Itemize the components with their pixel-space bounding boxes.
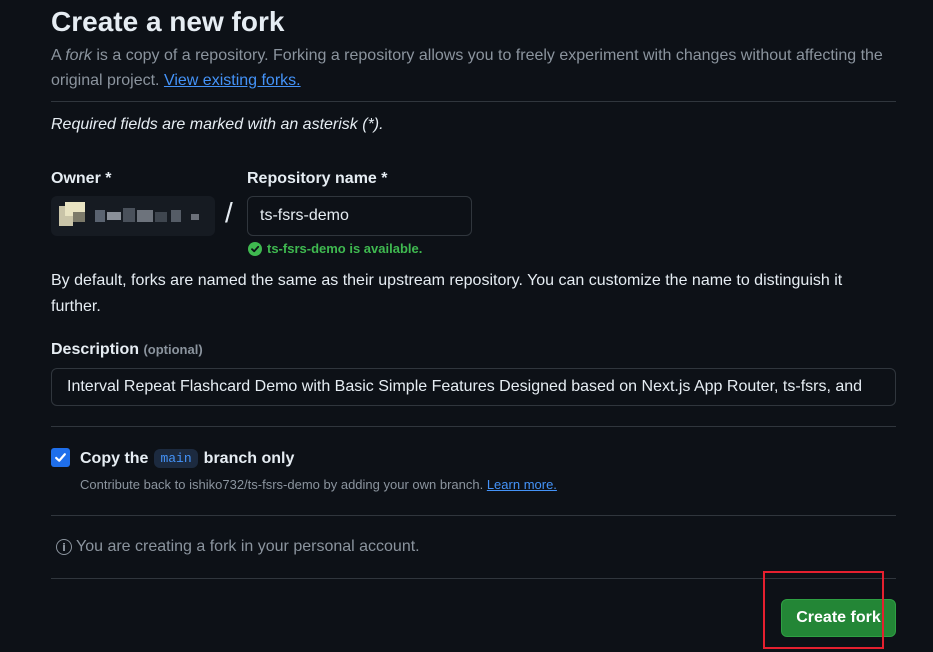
repo-name-label: Repository name *: [247, 170, 388, 187]
description-label: Description (optional): [51, 341, 203, 359]
copy-prefix: Copy the: [80, 449, 149, 467]
learn-more-link[interactable]: Learn more.: [487, 477, 557, 492]
default-name-note: By default, forks are named the same as …: [51, 272, 843, 315]
copy-branch-label[interactable]: Copy the main branch only: [80, 449, 294, 468]
description-label-text: Description: [51, 341, 140, 358]
required-note: Required fields are marked with an aster…: [51, 116, 384, 133]
repo-name-input[interactable]: [247, 196, 472, 236]
branch-name-code: main: [154, 449, 198, 468]
page-title: Create a new fork: [51, 6, 285, 37]
copy-suffix: branch only: [203, 449, 295, 467]
highlight-box: [763, 571, 884, 649]
divider: [51, 101, 896, 102]
description-input[interactable]: [51, 368, 896, 406]
repo-available-message: ts-fsrs-demo is available.: [248, 241, 422, 256]
owner-label: Owner *: [51, 170, 112, 187]
repo-available-text: ts-fsrs-demo is available.: [267, 241, 423, 256]
owner-repo-separator: /: [225, 197, 233, 228]
check-circle-icon: [248, 241, 262, 256]
copy-hint-text: Contribute back to ishiko732/ts-fsrs-dem…: [80, 477, 487, 492]
intro-fork-word: fork: [65, 47, 92, 64]
checkmark-icon: [55, 453, 66, 462]
divider: [51, 426, 896, 427]
info-icon: i: [56, 539, 72, 555]
owner-select[interactable]: [51, 196, 215, 236]
copy-branch-hint: Contribute back to ishiko732/ts-fsrs-dem…: [80, 477, 557, 492]
divider: [51, 515, 896, 516]
intro-prefix: A: [51, 47, 66, 64]
info-text: You are creating a fork in your personal…: [76, 538, 420, 555]
intro-text: A fork is a copy of a repository. Forkin…: [51, 43, 896, 93]
view-existing-forks-link[interactable]: View existing forks.: [164, 72, 301, 89]
copy-main-branch-checkbox[interactable]: [51, 448, 70, 467]
optional-tag: (optional): [143, 342, 203, 357]
personal-account-info: i You are creating a fork in your person…: [56, 538, 420, 556]
